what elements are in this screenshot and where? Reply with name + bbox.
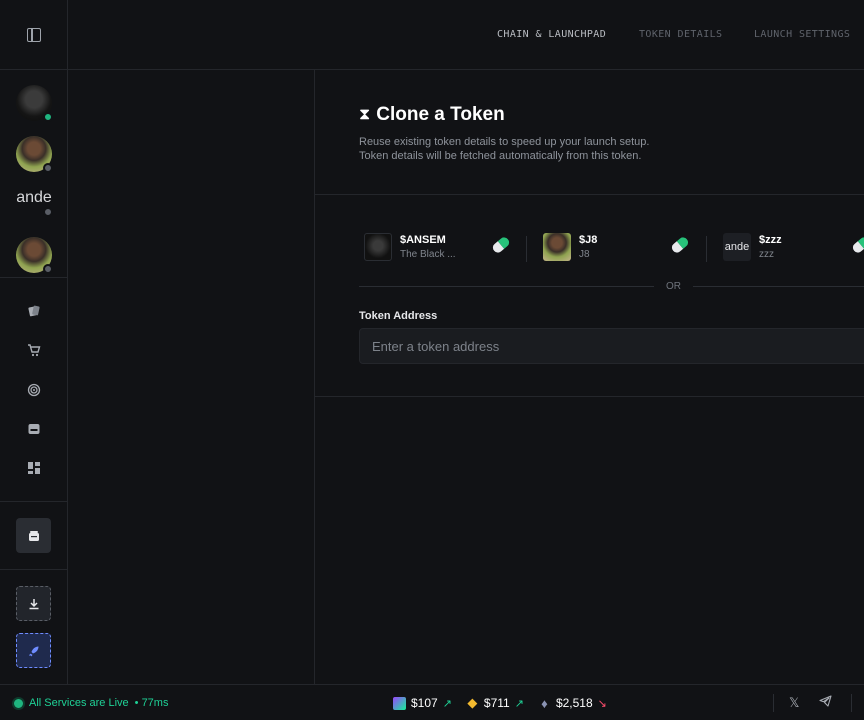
token-divider — [526, 236, 527, 262]
token-name: zzz — [759, 249, 774, 260]
price-bnb[interactable]: ◆ $711 ↗ — [466, 695, 524, 710]
status-footer: All Services are Live • 77ms $107 ↗ ◆ $7… — [0, 684, 864, 720]
sidebar-divider — [0, 277, 67, 278]
token-image — [364, 233, 392, 261]
tab-token-details[interactable]: TOKEN DETAILS — [639, 29, 722, 40]
tab-launch-settings[interactable]: LAUNCH SETTINGS — [754, 29, 850, 40]
token-name: The Black ... — [400, 249, 456, 260]
price-sol[interactable]: $107 ↗ — [393, 696, 452, 710]
description-line-2: Token details will be fetched automatica… — [359, 150, 642, 162]
main-content: ⧗ Clone a Token Reuse existing token det… — [315, 70, 864, 684]
sidebar-divider — [0, 501, 67, 502]
token-address-label: Token Address — [359, 310, 438, 322]
sidebar: ande — [0, 0, 68, 684]
latency-text: • 77ms — [134, 697, 169, 709]
telegram-icon[interactable] — [819, 695, 832, 710]
launch-button[interactable] — [16, 633, 51, 668]
or-divider-left — [359, 286, 654, 287]
footer-divider — [851, 694, 852, 712]
offline-status-dot — [43, 207, 53, 217]
page-title: Clone a Token — [376, 104, 505, 125]
cards-icon[interactable] — [24, 301, 44, 321]
footer-divider — [773, 694, 774, 712]
token-symbol: $ANSEM — [400, 234, 446, 246]
bnb-icon: ◆ — [467, 695, 478, 710]
solana-icon — [393, 696, 406, 710]
title-row: ⧗ Clone a Token — [359, 104, 505, 126]
dashboard-icon[interactable] — [24, 458, 44, 478]
left-column — [68, 70, 315, 684]
service-status: All Services are Live • 77ms — [14, 697, 168, 709]
avatar-4[interactable] — [16, 237, 53, 274]
token-address-input[interactable] — [359, 328, 864, 364]
download-icon — [29, 598, 38, 609]
clone-body-section: $ANSEM The Black ... $J8 J8 ande $zzz zz… — [315, 196, 864, 397]
rocket-icon — [28, 646, 38, 656]
token-image — [543, 233, 571, 261]
trend-up-icon: ↗ — [442, 697, 452, 710]
cart-icon[interactable] — [24, 340, 44, 360]
or-label: OR — [666, 281, 681, 292]
token-symbol: $zzz — [759, 234, 782, 246]
avatar-3[interactable]: ande — [16, 180, 53, 217]
price-ticker: $107 ↗ ◆ $711 ↗ ♦ $2,518 ↘ — [393, 695, 607, 711]
status-text: All Services are Live — [29, 697, 129, 709]
price-value: $2,518 — [555, 696, 593, 710]
offline-status-dot — [43, 163, 53, 173]
token-symbol: $J8 — [579, 234, 598, 246]
token-image: ande — [723, 233, 751, 261]
tab-chain-launchpad[interactable]: CHAIN & LAUNCHPAD — [497, 29, 606, 40]
ethereum-icon: ♦ — [541, 695, 548, 711]
token-card-ansem[interactable]: $ANSEM The Black ... — [364, 232, 456, 262]
or-divider-right — [693, 286, 864, 287]
x-twitter-icon[interactable]: 𝕏 — [789, 695, 799, 711]
radar-icon[interactable] — [24, 380, 44, 400]
token-card-zzz[interactable]: ande $zzz zzz — [723, 232, 782, 262]
description-line-1: Reuse existing token details to speed up… — [359, 136, 650, 148]
wallet-button[interactable] — [16, 518, 51, 553]
inbox-icon[interactable] — [24, 419, 44, 439]
price-value: $107 — [411, 696, 438, 710]
clone-header-section: ⧗ Clone a Token Reuse existing token det… — [315, 70, 864, 195]
token-card-j8[interactable]: $J8 J8 — [543, 232, 597, 262]
sidebar-top — [0, 0, 67, 70]
online-status-dot — [43, 112, 53, 122]
avatar-2[interactable] — [16, 136, 53, 173]
pill-icon[interactable] — [490, 235, 512, 255]
sidebar-toggle-icon[interactable] — [27, 28, 41, 42]
wallet-icon — [28, 530, 39, 541]
pill-icon[interactable] — [850, 235, 864, 255]
sidebar-divider — [0, 569, 67, 570]
top-header: CHAIN & LAUNCHPAD TOKEN DETAILS LAUNCH S… — [68, 0, 864, 70]
pill-icon[interactable] — [669, 235, 691, 255]
trend-down-icon: ↘ — [597, 697, 607, 710]
price-value: $711 — [483, 696, 510, 710]
token-divider — [706, 236, 707, 262]
status-dot — [14, 698, 23, 708]
trend-up-icon: ↗ — [514, 697, 524, 710]
page-description: Reuse existing token details to speed up… — [359, 135, 779, 163]
download-button[interactable] — [16, 586, 51, 621]
hourglass-icon: ⧗ — [359, 106, 371, 123]
price-eth[interactable]: ♦ $2,518 ↘ — [538, 695, 607, 711]
offline-status-dot — [43, 264, 53, 274]
token-name: J8 — [579, 249, 590, 260]
avatar-1[interactable] — [16, 85, 53, 122]
